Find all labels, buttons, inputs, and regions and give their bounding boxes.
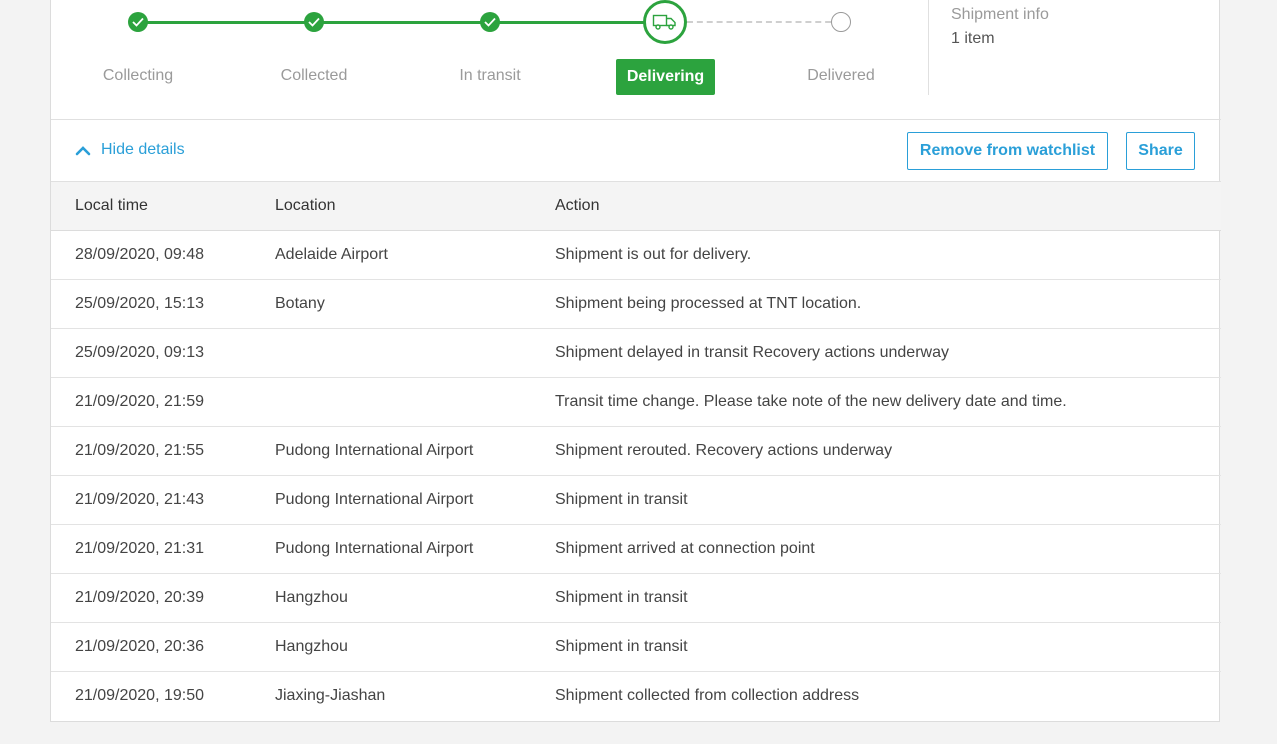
cell-action: Shipment arrived at connection point bbox=[555, 540, 815, 557]
truck-icon bbox=[643, 0, 687, 44]
table-row: 21/09/2020, 19:50 Jiaxing-Jiashan Shipme… bbox=[51, 672, 1221, 721]
cell-action: Shipment delayed in transit Recovery act… bbox=[555, 344, 949, 361]
cell-action: Shipment in transit bbox=[555, 491, 688, 508]
table-row: 21/09/2020, 20:39 Hangzhou Shipment in t… bbox=[51, 574, 1221, 623]
header-location: Location bbox=[275, 197, 336, 214]
cell-action: Shipment collected from collection addre… bbox=[555, 687, 860, 704]
cell-time: 21/09/2020, 19:50 bbox=[75, 687, 205, 704]
table-row: 21/09/2020, 21:31 Pudong International A… bbox=[51, 525, 1221, 574]
cell-time: 25/09/2020, 09:13 bbox=[75, 344, 205, 361]
details-controls: Hide details Remove from watchlist Share bbox=[51, 120, 1221, 182]
cell-time: 28/09/2020, 09:48 bbox=[75, 246, 205, 263]
cell-action: Shipment in transit bbox=[555, 589, 688, 606]
cell-time: 25/09/2020, 15:13 bbox=[75, 295, 205, 312]
cell-location: Adelaide Airport bbox=[275, 246, 388, 263]
progress-tracker: Collecting Collected In transit Deliveri… bbox=[51, 0, 1221, 120]
shipment-info-value: 1 item bbox=[951, 30, 995, 47]
table-row: 21/09/2020, 21:43 Pudong International A… bbox=[51, 476, 1221, 525]
hide-details-toggle[interactable]: Hide details bbox=[75, 141, 185, 159]
remove-from-watchlist-button[interactable]: Remove from watchlist bbox=[907, 132, 1108, 170]
step-label-delivering: Delivering bbox=[616, 59, 715, 95]
progress-line-complete bbox=[138, 21, 644, 24]
share-button[interactable]: Share bbox=[1126, 132, 1195, 170]
cell-time: 21/09/2020, 21:55 bbox=[75, 442, 205, 459]
cell-location: Hangzhou bbox=[275, 638, 348, 655]
cell-location: Pudong International Airport bbox=[275, 491, 474, 508]
tracking-table-body: 28/09/2020, 09:48 Adelaide Airport Shipm… bbox=[51, 231, 1221, 721]
chevron-up-icon bbox=[75, 145, 91, 156]
cell-location: Botany bbox=[275, 295, 325, 312]
header-local-time: Local time bbox=[75, 197, 148, 214]
hide-details-label: Hide details bbox=[101, 141, 185, 158]
step-collecting-check-icon bbox=[128, 12, 148, 32]
progress-line-pending bbox=[687, 21, 841, 23]
step-label-collected: Collected bbox=[280, 67, 348, 84]
table-row: 25/09/2020, 09:13 Shipment delayed in tr… bbox=[51, 329, 1221, 378]
table-row: 21/09/2020, 20:36 Hangzhou Shipment in t… bbox=[51, 623, 1221, 672]
vertical-divider bbox=[928, 0, 929, 95]
cell-location: Hangzhou bbox=[275, 589, 348, 606]
cell-action: Shipment is out for delivery. bbox=[555, 246, 752, 263]
step-label-delivered: Delivered bbox=[807, 67, 875, 84]
shipment-info-title: Shipment info bbox=[951, 6, 1049, 23]
header-action: Action bbox=[555, 197, 600, 214]
cell-action: Shipment in transit bbox=[555, 638, 688, 655]
step-in-transit-check-icon bbox=[480, 12, 500, 32]
cell-location: Pudong International Airport bbox=[275, 442, 474, 459]
table-row: 25/09/2020, 15:13 Botany Shipment being … bbox=[51, 280, 1221, 329]
cell-time: 21/09/2020, 21:59 bbox=[75, 393, 205, 410]
step-collected-check-icon bbox=[304, 12, 324, 32]
cell-time: 21/09/2020, 21:31 bbox=[75, 540, 205, 557]
cell-action: Shipment rerouted. Recovery actions unde… bbox=[555, 442, 893, 459]
cell-location: Jiaxing-Jiashan bbox=[275, 687, 386, 704]
table-row: 28/09/2020, 09:48 Adelaide Airport Shipm… bbox=[51, 231, 1221, 280]
cell-time: 21/09/2020, 21:43 bbox=[75, 491, 205, 508]
shipment-card: Collecting Collected In transit Deliveri… bbox=[50, 0, 1221, 722]
table-row: 21/09/2020, 21:59 Transit time change. P… bbox=[51, 378, 1221, 427]
cell-time: 21/09/2020, 20:39 bbox=[75, 589, 205, 606]
step-label-in-transit: In transit bbox=[459, 67, 521, 84]
cell-action: Transit time change. Please take note of… bbox=[555, 393, 1067, 410]
table-row: 21/09/2020, 21:55 Pudong International A… bbox=[51, 427, 1221, 476]
table-header: Local time Location Action bbox=[51, 182, 1221, 231]
step-delivered-empty-icon bbox=[831, 12, 851, 32]
cell-time: 21/09/2020, 20:36 bbox=[75, 638, 205, 655]
cell-action: Shipment being processed at TNT location… bbox=[555, 295, 862, 312]
step-label-collecting: Collecting bbox=[102, 67, 174, 84]
cell-location: Pudong International Airport bbox=[275, 540, 474, 557]
